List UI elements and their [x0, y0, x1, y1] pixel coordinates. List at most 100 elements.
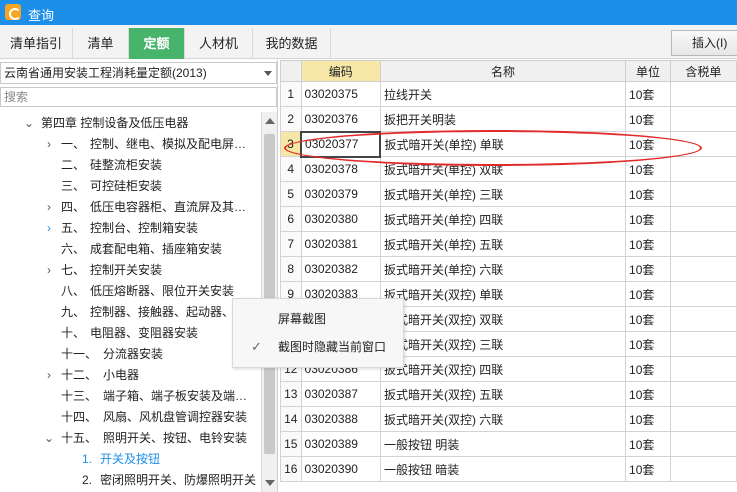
- unit-cell[interactable]: 10套: [625, 106, 671, 132]
- price-cell[interactable]: [669, 81, 737, 107]
- tree-item[interactable]: 二、 硅整流柜安装: [0, 155, 260, 176]
- table-row[interactable]: 13 03020387 扳式暗开关(双控) 五联 10套: [280, 381, 737, 407]
- scroll-up-arrow-icon[interactable]: [265, 118, 275, 124]
- unit-cell[interactable]: 10套: [625, 456, 671, 482]
- price-cell[interactable]: [669, 456, 737, 482]
- tree-item[interactable]: 十一、 分流器安装: [0, 344, 260, 365]
- name-cell[interactable]: 扳式暗开关(单控) 单联: [379, 131, 627, 157]
- name-cell[interactable]: 扳式暗开关(双控) 单联: [379, 281, 627, 307]
- tree-item[interactable]: 十三、 端子箱、端子板安装及端…: [0, 386, 260, 407]
- code-cell[interactable]: 03020376: [300, 106, 381, 132]
- tree-item[interactable]: › 四、 低压电容器柜、直流屏及其…: [0, 197, 260, 218]
- tab-quota[interactable]: 定额: [129, 28, 185, 59]
- table-row[interactable]: 14 03020388 扳式暗开关(双控) 六联 10套: [280, 406, 737, 432]
- tree-item[interactable]: 八、 低压熔断器、限位开关安装: [0, 281, 260, 302]
- code-cell[interactable]: 03020375: [300, 81, 381, 107]
- column-header-code[interactable]: 编码: [300, 60, 381, 82]
- tree-item[interactable]: › 一、 控制、继电、模拟及配电屏…: [0, 134, 260, 155]
- name-cell[interactable]: 一般按钮 明装: [379, 431, 627, 457]
- table-row[interactable]: 4 03020378 扳式暗开关(单控) 双联 10套: [280, 156, 737, 182]
- column-header-tax-price[interactable]: 含税单: [669, 60, 737, 82]
- code-cell[interactable]: 03020382: [300, 256, 381, 282]
- tree-item[interactable]: 三、 可控硅柜安装: [0, 176, 260, 197]
- table-row[interactable]: 16 03020390 一般按钮 暗装 10套: [280, 456, 737, 482]
- price-cell[interactable]: [669, 431, 737, 457]
- table-row[interactable]: 15 03020389 一般按钮 明装 10套: [280, 431, 737, 457]
- unit-cell[interactable]: 10套: [625, 306, 671, 332]
- unit-cell[interactable]: 10套: [625, 331, 671, 357]
- unit-cell[interactable]: 10套: [625, 156, 671, 182]
- table-row[interactable]: 1 03020375 拉线开关 10套: [280, 81, 737, 107]
- name-cell[interactable]: 一般按钮 暗装: [379, 456, 627, 482]
- scrollbar-thumb[interactable]: [264, 134, 275, 454]
- unit-cell[interactable]: 10套: [625, 231, 671, 257]
- quota-library-dropdown[interactable]: 云南省通用安装工程消耗量定额(2013): [0, 62, 277, 84]
- name-cell[interactable]: 扳把开关明装: [379, 106, 627, 132]
- price-cell[interactable]: [669, 281, 737, 307]
- code-cell[interactable]: 03020389: [300, 431, 381, 457]
- unit-cell[interactable]: 10套: [625, 381, 671, 407]
- name-cell[interactable]: 扳式暗开关(双控) 六联: [379, 406, 627, 432]
- table-row[interactable]: 6 03020380 扳式暗开关(单控) 四联 10套: [280, 206, 737, 232]
- price-cell[interactable]: [669, 106, 737, 132]
- tree-item[interactable]: 六、 成套配电箱、插座箱安装: [0, 239, 260, 260]
- expand-chevron-icon[interactable]: ›: [43, 365, 55, 386]
- tree-item[interactable]: › 七、 控制开关安装: [0, 260, 260, 281]
- table-row[interactable]: 2 03020376 扳把开关明装 10套: [280, 106, 737, 132]
- menu-item-screenshot[interactable]: 屏幕截图: [233, 307, 403, 331]
- column-header-name[interactable]: 名称: [379, 60, 627, 82]
- table-row[interactable]: 5 03020379 扳式暗开关(单控) 三联 10套: [280, 181, 737, 207]
- price-cell[interactable]: [669, 256, 737, 282]
- tree-item[interactable]: › 五、 控制台、控制箱安装: [0, 218, 260, 239]
- tree-item-section-15[interactable]: ⌄ 十五、 照明开关、按钮、电铃安装: [0, 428, 260, 449]
- tree-item[interactable]: 十四、 风扇、风机盘管调控器安装: [0, 407, 260, 428]
- code-cell[interactable]: 03020377: [300, 130, 382, 158]
- code-cell[interactable]: 03020390: [300, 456, 381, 482]
- expand-chevron-icon[interactable]: ›: [43, 197, 55, 218]
- name-cell[interactable]: 扳式暗开关(单控) 四联: [379, 206, 627, 232]
- price-cell[interactable]: [669, 356, 737, 382]
- price-cell[interactable]: [669, 156, 737, 182]
- name-cell[interactable]: 扳式暗开关(双控) 三联: [379, 331, 627, 357]
- name-cell[interactable]: 扳式暗开关(双控) 四联: [379, 356, 627, 382]
- price-cell[interactable]: [669, 131, 737, 157]
- price-cell[interactable]: [669, 306, 737, 332]
- table-row[interactable]: 7 03020381 扳式暗开关(单控) 五联 10套: [280, 231, 737, 257]
- collapse-chevron-icon[interactable]: ⌄: [23, 113, 35, 134]
- tree-item[interactable]: › 十二、 小电器: [0, 365, 260, 386]
- scroll-down-arrow-icon[interactable]: [265, 480, 275, 486]
- name-cell[interactable]: 扳式暗开关(双控) 双联: [379, 306, 627, 332]
- tree-item-chapter-4[interactable]: ⌄ 第四章 控制设备及低压电器: [0, 113, 260, 134]
- expand-chevron-icon[interactable]: ›: [43, 134, 55, 155]
- price-cell[interactable]: [669, 406, 737, 432]
- price-cell[interactable]: [669, 231, 737, 257]
- collapse-chevron-icon[interactable]: ⌄: [43, 428, 55, 449]
- name-cell[interactable]: 拉线开关: [379, 81, 627, 107]
- unit-cell[interactable]: 10套: [625, 81, 671, 107]
- price-cell[interactable]: [669, 206, 737, 232]
- menu-item-hide-window-on-capture[interactable]: ✓ 截图时隐藏当前窗口: [233, 335, 403, 359]
- code-cell[interactable]: 03020379: [300, 181, 381, 207]
- table-row-selected[interactable]: 3 03020377 扳式暗开关(单控) 单联 10套: [280, 130, 737, 158]
- unit-cell[interactable]: 10套: [625, 281, 671, 307]
- price-cell[interactable]: [669, 381, 737, 407]
- code-cell[interactable]: 03020381: [300, 231, 381, 257]
- unit-cell[interactable]: 10套: [625, 131, 671, 157]
- tree-item[interactable]: 十、 电阻器、变阻器安装: [0, 323, 260, 344]
- name-cell[interactable]: 扳式暗开关(单控) 双联: [379, 156, 627, 182]
- price-cell[interactable]: [669, 331, 737, 357]
- code-cell[interactable]: 03020378: [300, 156, 381, 182]
- expand-chevron-icon[interactable]: ›: [43, 260, 55, 281]
- unit-cell[interactable]: 10套: [625, 431, 671, 457]
- insert-button[interactable]: 插入(I): [671, 30, 737, 56]
- expand-chevron-icon[interactable]: ›: [43, 218, 55, 239]
- name-cell[interactable]: 扳式暗开关(单控) 五联: [379, 231, 627, 257]
- tab-list-guide[interactable]: 清单指引: [0, 28, 73, 59]
- unit-cell[interactable]: 10套: [625, 406, 671, 432]
- price-cell[interactable]: [669, 181, 737, 207]
- code-cell[interactable]: 03020380: [300, 206, 381, 232]
- code-cell[interactable]: 03020388: [300, 406, 381, 432]
- tab-labor-material-machine[interactable]: 人材机: [185, 28, 253, 59]
- unit-cell[interactable]: 10套: [625, 256, 671, 282]
- table-row[interactable]: 8 03020382 扳式暗开关(单控) 六联 10套: [280, 256, 737, 282]
